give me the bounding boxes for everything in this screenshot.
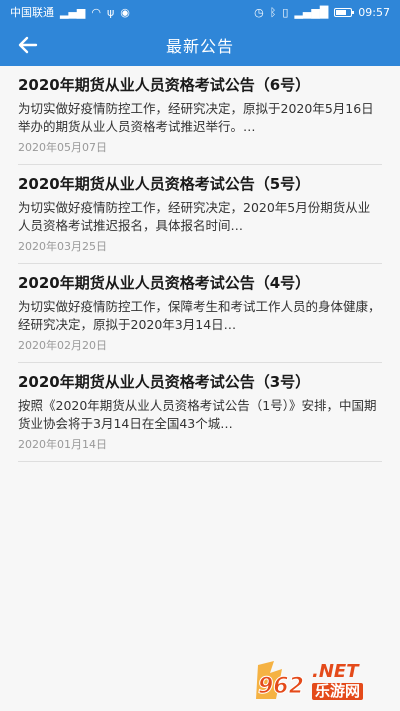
announcement-summary: 为切实做好疫情防控工作，经研究决定，2020年5月份期货从业人员资格考试推迟报名… bbox=[18, 200, 371, 233]
page-title: 最新公告 bbox=[165, 37, 234, 56]
announcement-list: 2020年期货从业人员资格考试公告（6号） 为切实做好疫情防控工作，经研究决定，… bbox=[0, 66, 400, 462]
announcement-item-content: 2020年期货从业人员资格考试公告（3号） 按照《2020年期货从业人员资格考试… bbox=[18, 371, 382, 462]
alarm-icon: ◷ bbox=[254, 5, 264, 19]
announcement-date: 2020年03月25日 bbox=[18, 240, 107, 253]
announcement-summary: 为切实做好疫情防控工作，经研究决定，原拟于2020年5月16日举办的期货从业人员… bbox=[18, 101, 374, 134]
status-left: 中国联通 ▂▄▆ ◠ ψ ◉ bbox=[10, 4, 130, 20]
site-watermark: 962 .NET 乐游网 bbox=[252, 657, 392, 705]
eye-icon: ◉ bbox=[120, 5, 130, 19]
watermark-text: .NET 乐游网 bbox=[312, 660, 364, 700]
announcement-item[interactable]: 2020年期货从业人员资格考试公告（4号） 为切实做好疫情防控工作，保障考生和考… bbox=[0, 264, 400, 363]
announcement-title: 2020年期货从业人员资格考试公告（3号） bbox=[18, 373, 311, 391]
battery-icon bbox=[334, 7, 355, 17]
watermark-logo-number: 962 bbox=[258, 674, 304, 699]
announcement-date: 2020年05月07日 bbox=[18, 141, 107, 154]
cell-signal-icon: ▂▄▆█ bbox=[294, 5, 329, 19]
announcement-date: 2020年01月14日 bbox=[18, 438, 107, 451]
clock: 09:57 bbox=[358, 5, 390, 19]
usb-icon: ψ bbox=[107, 5, 115, 19]
back-button[interactable] bbox=[8, 24, 48, 66]
announcement-title: 2020年期货从业人员资格考试公告（6号） bbox=[18, 76, 311, 94]
announcement-item[interactable]: 2020年期货从业人员资格考试公告（5号） 为切实做好疫情防控工作，经研究决定，… bbox=[0, 165, 400, 264]
watermark-site-name: 乐游网 bbox=[312, 682, 364, 700]
announcement-title: 2020年期货从业人员资格考试公告（5号） bbox=[18, 175, 311, 193]
watermark-domain: .NET bbox=[312, 660, 359, 682]
back-arrow-icon bbox=[18, 36, 38, 54]
announcement-title: 2020年期货从业人员资格考试公告（4号） bbox=[18, 274, 311, 292]
announcement-item[interactable]: 2020年期货从业人员资格考试公告（6号） 为切实做好疫情防控工作，经研究决定，… bbox=[0, 66, 400, 165]
watermark-logo: 962 bbox=[256, 661, 304, 700]
vibrate-icon: ▯ bbox=[282, 5, 289, 19]
announcement-summary: 为切实做好疫情防控工作，保障考生和考试工作人员的身体健康，经研究决定，原拟于20… bbox=[18, 299, 381, 332]
announcement-summary: 按照《2020年期货从业人员资格考试公告（1号）》安排，中国期货业协会将于3月1… bbox=[18, 398, 377, 431]
app-bar: 最新公告 bbox=[0, 24, 400, 66]
battery-fill bbox=[336, 9, 347, 15]
announcement-item-content: 2020年期货从业人员资格考试公告（6号） 为切实做好疫情防控工作，经研究决定，… bbox=[18, 74, 382, 165]
announcement-item-content: 2020年期货从业人员资格考试公告（5号） 为切实做好疫情防控工作，经研究决定，… bbox=[18, 173, 382, 264]
wifi-icon: ◠ bbox=[91, 5, 101, 19]
announcement-date: 2020年02月20日 bbox=[18, 339, 107, 352]
announcement-item-content: 2020年期货从业人员资格考试公告（4号） 为切实做好疫情防控工作，保障考生和考… bbox=[18, 272, 382, 363]
signal-icon: ▂▄▆ bbox=[60, 5, 86, 19]
announcement-item[interactable]: 2020年期货从业人员资格考试公告（3号） 按照《2020年期货从业人员资格考试… bbox=[0, 363, 400, 462]
status-right: ◷ ᛒ ▯ ▂▄▆█ 09:57 bbox=[254, 6, 390, 19]
bluetooth-icon: ᛒ bbox=[269, 5, 277, 19]
status-bar: 中国联通 ▂▄▆ ◠ ψ ◉ ◷ ᛒ ▯ ▂▄▆█ 09:57 bbox=[0, 0, 400, 24]
carrier-label: 中国联通 bbox=[10, 6, 54, 19]
